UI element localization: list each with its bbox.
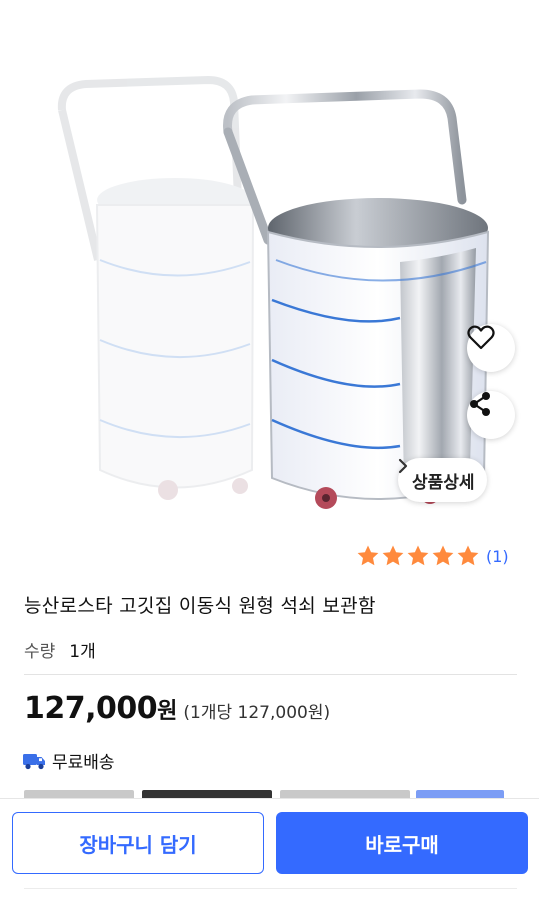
product-detail-label: 상품상세 <box>412 472 475 493</box>
divider <box>24 888 517 889</box>
star-icon <box>407 545 429 566</box>
buy-now-button[interactable]: 바로구매 <box>276 812 528 874</box>
divider <box>24 674 517 675</box>
truck-icon <box>23 753 45 769</box>
share-button[interactable] <box>467 391 515 439</box>
product-image[interactable]: 상품상세 <box>0 0 539 530</box>
price-unit: 원 <box>157 699 178 724</box>
shipping-text: 무료배송 <box>52 753 115 773</box>
chevron-right-icon <box>398 458 408 474</box>
star-icon <box>457 545 479 566</box>
product-detail-button[interactable]: 상품상세 <box>398 458 487 502</box>
star-icon <box>432 545 454 566</box>
quantity-row: 수량 1개 <box>24 637 96 662</box>
price-row: 127,000 원 (1개당 127,000원) <box>24 691 330 726</box>
quantity-value: 1개 <box>69 642 96 662</box>
add-to-cart-button[interactable]: 장바구니 담기 <box>12 812 264 874</box>
unit-price: (1개당 127,000원) <box>183 703 331 723</box>
star-icon <box>357 545 379 566</box>
star-icon <box>382 545 404 566</box>
rating[interactable]: (1) <box>356 543 509 569</box>
product-photo <box>57 75 490 509</box>
share-icon <box>470 392 490 416</box>
heart-icon <box>467 325 495 350</box>
wishlist-button[interactable] <box>467 324 515 372</box>
shipping-info: 무료배송 <box>22 748 115 773</box>
quantity-label: 수량 <box>24 642 56 662</box>
price: 127,000 <box>24 691 158 726</box>
review-count[interactable]: (1) <box>486 547 509 566</box>
product-title: 능산로스타 고깃집 이동식 원형 석쇠 보관함 <box>24 595 376 617</box>
bottom-action-bar: 장바구니 담기 바로구매 <box>0 798 539 899</box>
